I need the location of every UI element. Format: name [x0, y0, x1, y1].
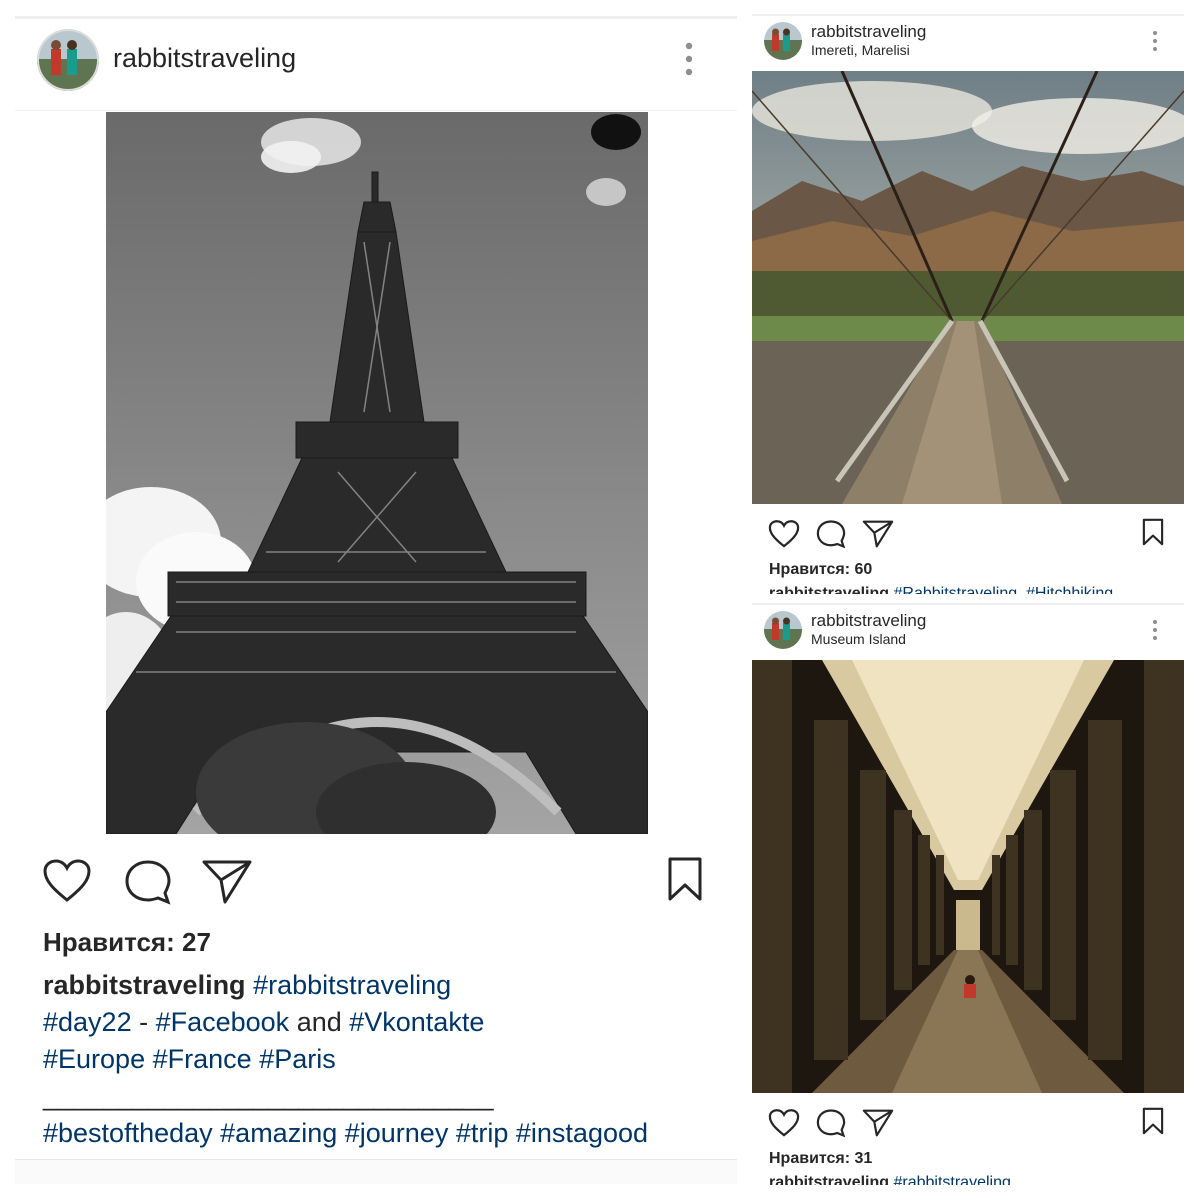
- hashtag-link[interactable]: #amazing: [220, 1118, 337, 1148]
- likes-count[interactable]: Нравится: 60: [769, 561, 872, 579]
- post-actions: [752, 516, 1184, 552]
- likes-count[interactable]: Нравится: 27: [43, 927, 211, 958]
- heart-icon[interactable]: [42, 858, 92, 904]
- hashtag-link[interactable]: #rabbitstraveling: [253, 970, 451, 1000]
- caption-username[interactable]: rabbitstraveling: [769, 1174, 889, 1185]
- post-eiffel: rabbitstraveling Нравится: 27 rabbitstra…: [15, 16, 737, 1184]
- hashtag-link[interactable]: #day22: [43, 1007, 132, 1037]
- caption-line: #Europe #France #Paris: [43, 1041, 723, 1078]
- eiffel-tower-photo[interactable]: [106, 112, 648, 834]
- caption-username[interactable]: rabbitstraveling: [769, 585, 889, 594]
- caption-line: rabbitstraveling #rabbitstraveling: [43, 967, 723, 1004]
- comment-icon[interactable]: [124, 858, 172, 906]
- send-icon[interactable]: [201, 858, 253, 906]
- username[interactable]: rabbitstraveling: [113, 43, 296, 74]
- location[interactable]: Museum Island: [811, 631, 906, 647]
- hashtag-link[interactable]: #bestoftheday: [43, 1118, 213, 1148]
- hashtag-link[interactable]: #Hitchhiking: [1026, 585, 1113, 594]
- post-actions: [752, 1105, 1184, 1141]
- post-caption: rabbitstraveling #rabbitstraveling: [769, 1173, 1179, 1185]
- comment-icon[interactable]: [816, 519, 846, 549]
- bottom-bar: [15, 1159, 737, 1184]
- suspension-bridge-photo[interactable]: [752, 71, 1184, 504]
- caption-line: #day22 - #Facebook and #Vkontakte: [43, 1004, 723, 1041]
- hashtag-link[interactable]: #France: [153, 1044, 252, 1074]
- bookmark-icon[interactable]: [1142, 518, 1164, 546]
- post-caption: rabbitstraveling #rabbitstraveling #day2…: [43, 967, 723, 1152]
- heart-icon[interactable]: [768, 519, 800, 549]
- heart-icon[interactable]: [768, 1108, 800, 1138]
- avatar[interactable]: [764, 22, 802, 60]
- colonnade-photo[interactable]: [752, 660, 1184, 1093]
- bookmark-icon[interactable]: [667, 856, 703, 902]
- hashtag-link[interactable]: #journey: [345, 1118, 449, 1148]
- bookmark-icon[interactable]: [1142, 1107, 1164, 1135]
- caption-username[interactable]: rabbitstraveling: [43, 970, 246, 1000]
- post-header: rabbitstraveling: [15, 19, 737, 111]
- avatar[interactable]: [764, 611, 802, 649]
- avatar[interactable]: [37, 29, 99, 91]
- more-vertical-icon[interactable]: [1148, 618, 1162, 642]
- hashtag-link[interactable]: #Paris: [259, 1044, 336, 1074]
- more-vertical-icon[interactable]: [1148, 29, 1162, 53]
- post-museum: rabbitstraveling Museum Island Нравится:…: [752, 603, 1184, 1185]
- location[interactable]: Imereti, Marelisi: [811, 42, 910, 58]
- post-bridge: rabbitstraveling Imereti, Marelisi Нрави…: [752, 14, 1184, 594]
- send-icon[interactable]: [862, 519, 894, 549]
- hashtag-link[interactable]: #rabbitstraveling: [893, 1174, 1010, 1185]
- more-vertical-icon[interactable]: [679, 41, 699, 77]
- caption-text: and: [289, 1007, 350, 1037]
- hashtag-link[interactable]: #instagood: [516, 1118, 648, 1148]
- hashtag-link[interactable]: #trip: [456, 1118, 509, 1148]
- comment-icon[interactable]: [816, 1108, 846, 1138]
- caption-line: #bestoftheday #amazing #journey #trip #i…: [43, 1115, 723, 1152]
- hashtag-link[interactable]: #Rabbitstraveling: [893, 585, 1017, 594]
- post-actions: [15, 854, 737, 910]
- caption-divider: ______________________________: [43, 1081, 494, 1111]
- hashtag-link[interactable]: #Facebook: [156, 1007, 290, 1037]
- post-caption: rabbitstraveling #Rabbitstraveling, #Hit…: [769, 584, 1179, 594]
- likes-count[interactable]: Нравится: 31: [769, 1150, 872, 1168]
- hashtag-link[interactable]: #Vkontakte: [349, 1007, 484, 1037]
- username[interactable]: rabbitstraveling: [811, 611, 926, 631]
- caption-text: -: [131, 1007, 156, 1037]
- hashtag-link[interactable]: #Europe: [43, 1044, 145, 1074]
- send-icon[interactable]: [862, 1108, 894, 1138]
- username[interactable]: rabbitstraveling: [811, 22, 926, 42]
